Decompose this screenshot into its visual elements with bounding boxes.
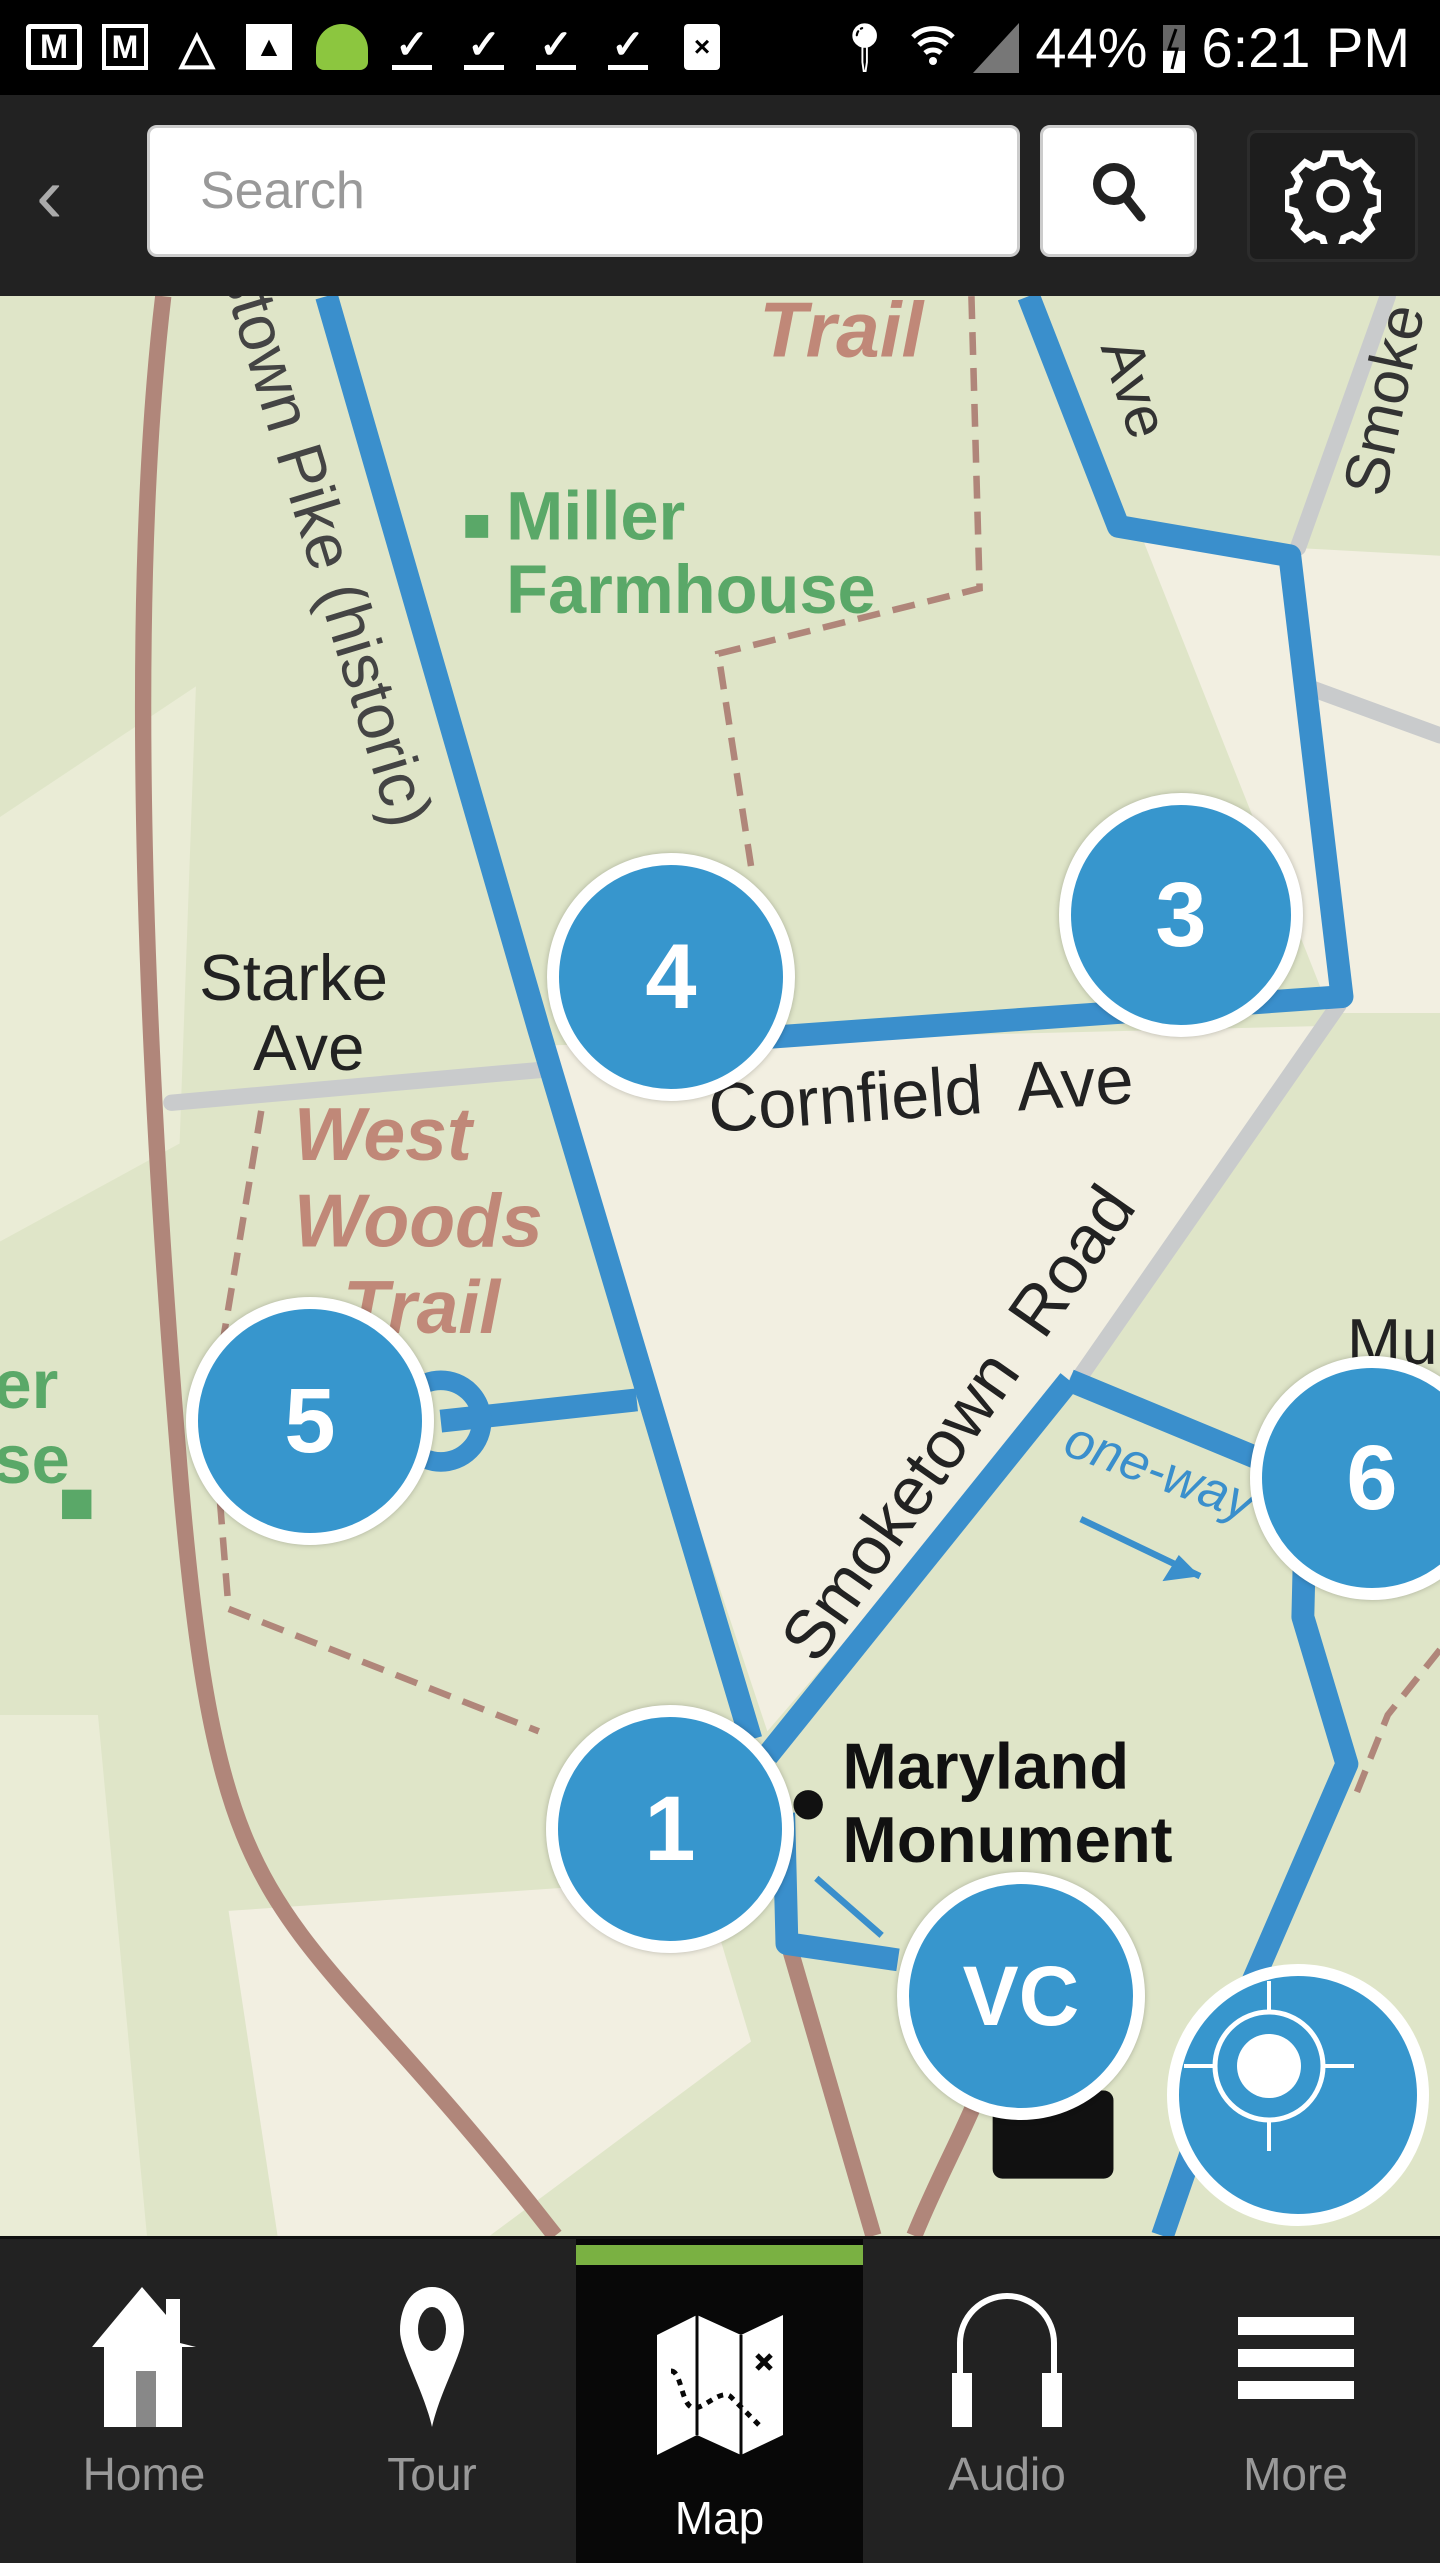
tab-tour[interactable]: Tour [288, 2239, 576, 2563]
map-pin-icon [400, 2287, 464, 2427]
tour-stop-marker-3[interactable]: 3 [1059, 793, 1303, 1037]
tab-label: Map [674, 2492, 765, 2544]
sim-error-icon: × [684, 24, 720, 70]
tab-home[interactable]: Home [0, 2239, 288, 2563]
wifi-icon [911, 26, 956, 65]
tab-label: Home [82, 2448, 206, 2500]
map-label: West [294, 1092, 475, 1176]
home-icon [92, 2287, 196, 2427]
gear-icon [1284, 150, 1381, 244]
drive-icon: △ [179, 21, 215, 73]
marker-label: 3 [1155, 863, 1207, 966]
map-view[interactable]: Trail Ave Smoke Miller Farmhouse Hagerst… [0, 296, 1440, 2236]
marker-label: 4 [645, 925, 697, 1028]
photo-icon: ▲ [246, 24, 292, 70]
search-icon [1092, 163, 1145, 222]
location-icon: 📍︎ [834, 21, 896, 75]
map-label: Maryland [842, 1729, 1129, 1802]
back-button[interactable]: ‹ [36, 155, 96, 235]
search-input[interactable] [147, 125, 1020, 257]
tab-audio[interactable]: Audio [863, 2239, 1151, 2563]
marker-label: 5 [284, 1369, 336, 1472]
download-done-icon: ✓ [464, 23, 504, 70]
map-label: Miller [506, 477, 685, 554]
hamburger-menu-icon [1237, 2317, 1354, 2399]
signal-icon [973, 23, 1020, 73]
tab-label: Audio [948, 2448, 1066, 2500]
crosshair-locate-icon [1184, 1981, 1354, 2151]
map-label: Ave [253, 1011, 364, 1084]
chevron-left-icon: ‹ [36, 150, 63, 239]
tour-stop-marker-1[interactable]: 1 [546, 1705, 794, 1953]
status-bar: M M △ ▲ ✓ ✓ ✓ ✓ × 📍︎ 44% 6:21 PM [0, 0, 1440, 95]
map-label: Farmhouse [506, 551, 876, 628]
headphones-icon [952, 2293, 1062, 2427]
download-done-icon: ✓ [392, 23, 432, 70]
battery-text: 44% [1035, 15, 1148, 79]
map-label: Starke [199, 941, 388, 1014]
battery-charging-icon [1163, 25, 1186, 73]
map-label: Trail [759, 296, 925, 374]
download-done-icon: ✓ [536, 23, 576, 70]
locate-me-button[interactable] [1167, 1964, 1429, 2226]
treasure-map-icon [656, 2315, 783, 2455]
tour-stop-marker-4[interactable]: 4 [547, 853, 795, 1101]
map-label: Monument [842, 1803, 1172, 1876]
visitor-center-marker[interactable]: VC [897, 1872, 1145, 2120]
settings-button[interactable] [1247, 130, 1418, 262]
tab-more[interactable]: More [1151, 2239, 1440, 2563]
map-label: Woods [294, 1178, 543, 1262]
map-canvas: Trail Ave Smoke Miller Farmhouse Hagerst… [0, 296, 1440, 2236]
marker-label: 1 [644, 1777, 696, 1880]
active-tab-indicator [576, 2245, 863, 2265]
bottom-nav: Home Tour Map Audio More [0, 2236, 1440, 2563]
tour-stop-marker-5[interactable]: 5 [186, 1297, 434, 1545]
map-label: se [0, 1421, 70, 1498]
gmail-icon: M [102, 24, 148, 70]
tab-label: Tour [387, 2448, 477, 2500]
marker-label: 6 [1346, 1426, 1398, 1529]
clock: 6:21 PM [1201, 15, 1410, 79]
search-button[interactable] [1040, 125, 1197, 257]
map-label: er [0, 1346, 58, 1423]
tab-label: More [1243, 2448, 1348, 2500]
gmail-icon: M [26, 24, 82, 70]
marker-label: VC [962, 1948, 1080, 2043]
tab-map[interactable]: Map [576, 2239, 863, 2563]
top-bar: ‹ [0, 95, 1440, 296]
android-icon [316, 24, 368, 70]
download-done-icon: ✓ [608, 23, 648, 70]
